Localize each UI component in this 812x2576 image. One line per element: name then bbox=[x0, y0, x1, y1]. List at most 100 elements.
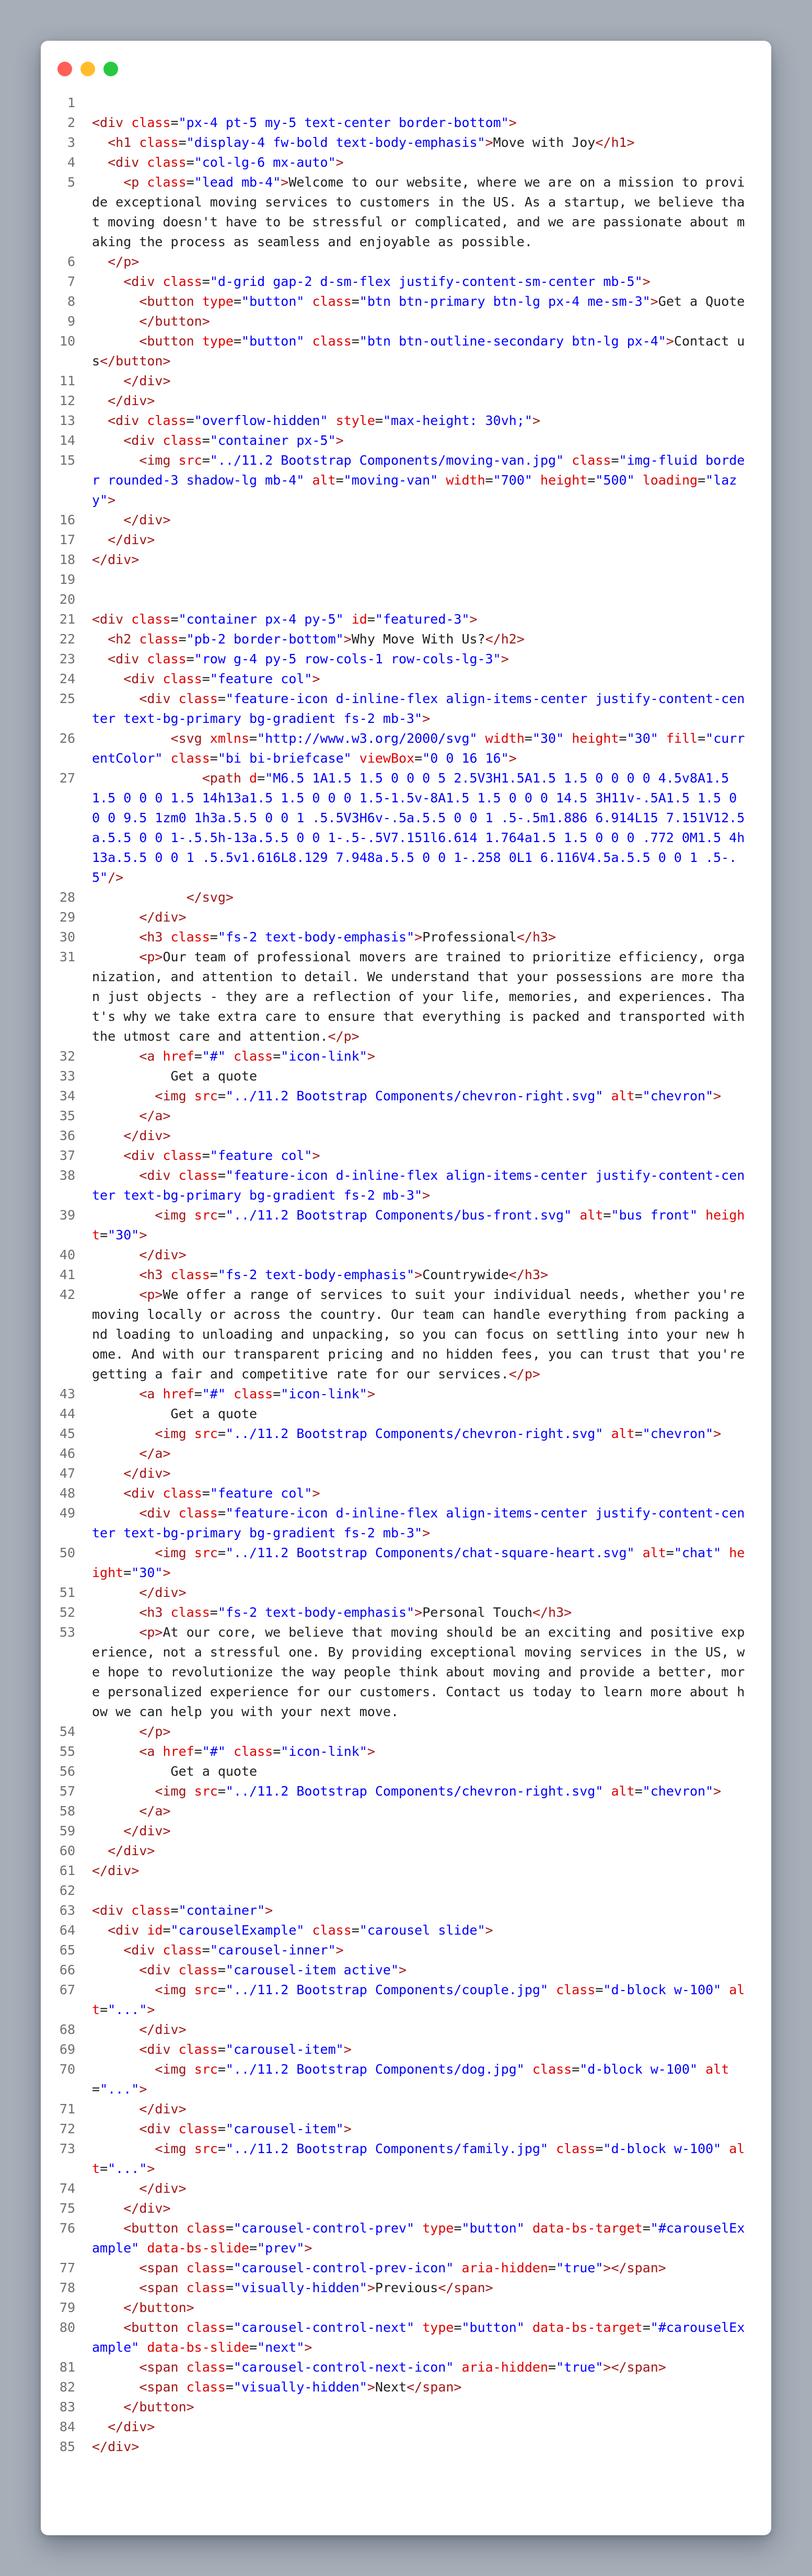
code-token: xmlns bbox=[210, 731, 250, 746]
code-token: "chat" bbox=[674, 1545, 722, 1560]
line-number: 64 bbox=[59, 1923, 75, 1938]
code-token: = bbox=[572, 2062, 580, 2077]
code-token: "row g-4 py-5 row-cols-1 row-cols-lg-3" bbox=[194, 651, 501, 666]
minimize-window-button[interactable] bbox=[80, 62, 95, 76]
code-token: = bbox=[595, 2141, 604, 2156]
code-token: "M6.5 1A1.5 1.5 0 0 0 5 2.5V3H1.5A1.5 1.… bbox=[92, 770, 745, 885]
code-token: "icon-link" bbox=[281, 1386, 367, 1401]
code-token: class bbox=[163, 671, 202, 686]
code-token: class bbox=[572, 453, 611, 468]
code-token: = bbox=[351, 1923, 359, 1938]
code-text: <div class="feature-icon d-inline-flex a… bbox=[92, 1166, 745, 1205]
code-line: 5 <p class="lead mb-4">Welcome to our we… bbox=[41, 172, 771, 252]
code-token: <span bbox=[139, 2379, 187, 2395]
code-token: "pb-2 border-bottom" bbox=[186, 631, 344, 647]
code-line: 19 bbox=[41, 570, 771, 590]
window-titlebar bbox=[41, 41, 771, 99]
code-token: > bbox=[422, 711, 431, 726]
code-token: We offer a range of services to suit you… bbox=[92, 1287, 753, 1382]
code-token: class bbox=[170, 1605, 210, 1620]
code-token: alt bbox=[611, 1088, 635, 1103]
code-token: type bbox=[422, 2320, 454, 2335]
line-number: 65 bbox=[59, 1942, 75, 1958]
code-token: = bbox=[233, 294, 242, 309]
code-token: > bbox=[343, 2042, 352, 2057]
code-token: = bbox=[123, 1565, 132, 1580]
code-token: <img bbox=[155, 2141, 194, 2156]
code-text: <button class="carousel-control-prev" ty… bbox=[92, 2218, 745, 2258]
line-number: 53 bbox=[59, 1625, 75, 1640]
code-token: "carousel-control-next" bbox=[233, 2320, 415, 2335]
line-number: 69 bbox=[59, 2042, 75, 2057]
code-token: class bbox=[233, 1386, 273, 1401]
line-number: 23 bbox=[59, 651, 75, 666]
code-token: > bbox=[304, 2240, 312, 2256]
code-line: 48 <div class="feature col"> bbox=[41, 1484, 771, 1503]
code-token: </div> bbox=[108, 2419, 155, 2434]
code-token: "500" bbox=[595, 473, 635, 488]
code-token: <button bbox=[123, 2320, 187, 2335]
code-token: class bbox=[312, 1923, 352, 1938]
code-token: = bbox=[548, 2260, 556, 2275]
code-token: Professional bbox=[422, 929, 517, 945]
code-line: 1 bbox=[41, 93, 771, 113]
code-token: <div bbox=[108, 413, 147, 428]
code-token: = bbox=[698, 731, 706, 746]
code-token: = bbox=[524, 731, 532, 746]
code-token: "icon-link" bbox=[281, 1049, 367, 1064]
code-text: <div class="overflow-hidden" style="max-… bbox=[92, 411, 745, 431]
code-line: 37 <div class="feature col"> bbox=[41, 1146, 771, 1166]
code-line: 7 <div class="d-grid gap-2 d-sm-flex jus… bbox=[41, 272, 771, 292]
code-token: = bbox=[335, 473, 344, 488]
code-line: 59 </div> bbox=[41, 1821, 771, 1841]
code-text: <span class="carousel-control-prev-icon"… bbox=[92, 2258, 745, 2278]
code-token: > bbox=[343, 631, 352, 647]
maximize-window-button[interactable] bbox=[103, 62, 118, 76]
code-token: "carousel-item active" bbox=[225, 1962, 399, 1977]
code-token: class bbox=[186, 2379, 226, 2395]
code-line: 65 <div class="carousel-inner"> bbox=[41, 1940, 771, 1960]
code-token: "overflow-hidden" bbox=[194, 413, 328, 428]
code-token: <button bbox=[139, 334, 202, 349]
code-token: ></span> bbox=[603, 2260, 666, 2275]
code-text: </a> bbox=[92, 1106, 745, 1126]
code-token: <div bbox=[139, 1168, 179, 1183]
code-text: </p> bbox=[92, 252, 745, 272]
code-token: > bbox=[642, 274, 651, 289]
code-token: <span bbox=[139, 2280, 187, 2295]
code-token: "true" bbox=[556, 2260, 604, 2275]
code-text: <img src="../11.2 Bootstrap Components/d… bbox=[92, 2060, 745, 2099]
line-number: 71 bbox=[59, 2101, 75, 2117]
line-number: 1 bbox=[67, 95, 75, 110]
code-token: "featured-3" bbox=[375, 612, 470, 627]
code-token: = bbox=[351, 334, 359, 349]
code-line: 9 </button> bbox=[41, 312, 771, 331]
code-token: class bbox=[147, 175, 187, 190]
code-token: > bbox=[532, 413, 541, 428]
code-token: > bbox=[399, 1962, 407, 1977]
line-number: 79 bbox=[59, 2300, 75, 2315]
code-text: </div> bbox=[92, 2437, 745, 2457]
code-text: </div> bbox=[92, 510, 745, 530]
code-token: = bbox=[202, 1148, 210, 1163]
line-number: 15 bbox=[59, 453, 75, 468]
line-number: 84 bbox=[59, 2419, 75, 2434]
close-window-button[interactable] bbox=[57, 62, 72, 76]
code-token: class bbox=[147, 413, 187, 428]
code-editor[interactable]: 1 2 <div class="px-4 pt-5 my-5 text-center… bbox=[41, 93, 771, 2457]
code-token: <img bbox=[155, 1982, 194, 1997]
line-number: 75 bbox=[59, 2201, 75, 2216]
code-token: > bbox=[312, 1486, 320, 1501]
line-number: 39 bbox=[59, 1208, 75, 1223]
